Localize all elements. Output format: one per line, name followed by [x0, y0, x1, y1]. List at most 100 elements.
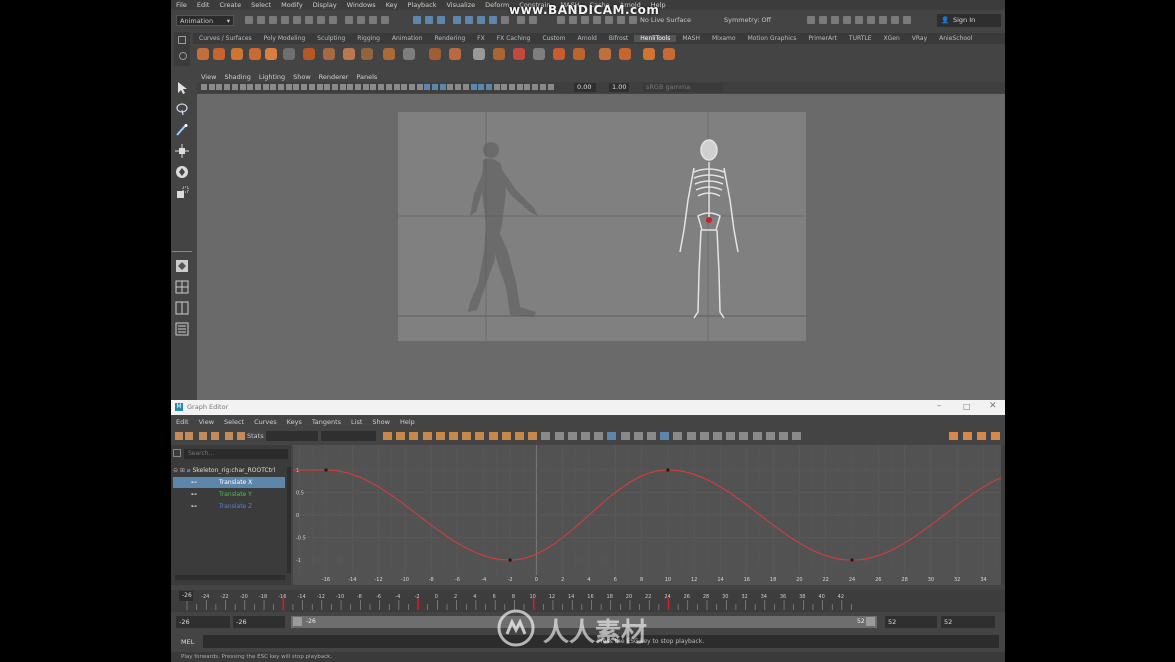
- status-tool-icon[interactable]: [437, 16, 445, 24]
- sign-in-button[interactable]: 👤 Sign In: [937, 14, 1001, 27]
- tangent-tool-icon[interactable]: [528, 432, 538, 440]
- viewport-tool-icon[interactable]: [339, 84, 346, 90]
- tangent-tool-icon[interactable]: [449, 432, 458, 440]
- viewport-tool-icon[interactable]: [432, 84, 438, 90]
- four-view-layout-icon[interactable]: [174, 279, 190, 295]
- status-tool-icon[interactable]: [293, 16, 301, 24]
- tangent-tool-icon[interactable]: [594, 432, 604, 440]
- menu-modify[interactable]: Modify: [276, 1, 308, 9]
- shelf-tool-icon[interactable]: [383, 48, 395, 60]
- key-tick[interactable]: [667, 598, 670, 610]
- render-tool-icon[interactable]: [891, 16, 899, 24]
- viewport-menu-panels[interactable]: Panels: [352, 73, 381, 81]
- graph-view-icon[interactable]: [963, 432, 972, 440]
- exposure-field[interactable]: 0.00: [574, 83, 596, 92]
- tangent-tool-icon[interactable]: [409, 432, 419, 440]
- gear-icon[interactable]: [178, 36, 186, 44]
- tangent-tool-icon[interactable]: [501, 432, 511, 440]
- shelf-options[interactable]: [174, 32, 190, 66]
- tangent-tool-icon[interactable]: [699, 432, 709, 440]
- keyframe-point[interactable]: [324, 468, 328, 472]
- graph-tool-icon[interactable]: [225, 432, 233, 440]
- tangent-tool-icon[interactable]: [607, 432, 617, 440]
- viewport-tool-icon[interactable]: [370, 84, 377, 90]
- current-frame-marker[interactable]: -26: [179, 591, 193, 601]
- viewport-tool-icon[interactable]: [355, 84, 361, 90]
- close-icon[interactable]: ✕: [989, 401, 997, 411]
- viewport-tool-icon[interactable]: [308, 84, 315, 90]
- shelf-tab-custom[interactable]: Custom: [536, 35, 571, 42]
- status-tool-icon[interactable]: [413, 16, 421, 24]
- graph-menu-tangents[interactable]: Tangents: [307, 418, 346, 426]
- tangent-tool-icon[interactable]: [462, 432, 472, 440]
- viewport-tool-icon[interactable]: [262, 84, 269, 90]
- curve-graph[interactable]: 10.50-0.5-1-16 -14 -12 -10 -8 -6 -4 -2 0 2 4 6 8 10 12…: [293, 445, 1005, 585]
- tangent-tool-icon[interactable]: [686, 432, 696, 440]
- graph-tool-icon[interactable]: [185, 432, 193, 440]
- shelf-tool-icon[interactable]: [663, 48, 675, 60]
- graph-tool-icon[interactable]: [211, 432, 219, 440]
- menu-file[interactable]: File: [171, 1, 192, 9]
- time-slider-ruler[interactable]: -24 -22 -20 -18 -16 -14 -12 -10 -8 -6 -4 -2 0 2 4 6 8 10 1…: [171, 590, 1005, 612]
- keyframe-point[interactable]: [666, 468, 670, 472]
- paint-select-icon[interactable]: [174, 122, 190, 138]
- graph-menu-list[interactable]: List: [346, 418, 367, 426]
- viewport-menu-lighting[interactable]: Lighting: [255, 73, 289, 81]
- graph-scrollbar[interactable]: [1001, 445, 1005, 585]
- viewport-tool-icon[interactable]: [324, 84, 331, 90]
- time-slider[interactable]: -24 -22 -20 -18 -16 -14 -12 -10 -8 -6 -4 -2 0 2 4 6 8 10 1…: [171, 590, 1005, 612]
- graph-menu-curves[interactable]: Curves: [249, 418, 282, 426]
- viewport-tool-icon[interactable]: [254, 84, 261, 90]
- channel-row[interactable]: ⊷ Translate Z: [173, 501, 285, 512]
- tangent-tool-icon[interactable]: [475, 432, 485, 440]
- viewport-tool-icon[interactable]: [293, 84, 300, 90]
- select-tool-icon[interactable]: [174, 80, 190, 96]
- graph-menu-select[interactable]: Select: [219, 418, 249, 426]
- minimize-icon[interactable]: –: [937, 401, 942, 411]
- tangent-tool-icon[interactable]: [554, 432, 564, 440]
- shelf-tab-curves-surfaces[interactable]: Curves / Surfaces: [193, 35, 258, 42]
- shelf-tool-icon[interactable]: [249, 48, 261, 60]
- shelf-tool-icon[interactable]: [449, 48, 461, 60]
- viewport-tool-icon[interactable]: [301, 84, 308, 90]
- menu-key[interactable]: Key: [381, 1, 403, 9]
- tangent-tool-icon[interactable]: [541, 432, 551, 440]
- graph-view[interactable]: 1 0.5 0 -0.5 -1 -16 -14 -12 -10 -8 -6 -4 -2 0 2 4 6 8 10 12…: [293, 445, 1005, 585]
- shelf-tab-motion-graphics[interactable]: Motion Graphics: [742, 35, 803, 42]
- shelf-tool-icon[interactable]: [513, 48, 525, 60]
- scene-end-field[interactable]: 52: [941, 616, 995, 628]
- tangent-tool-icon[interactable]: [792, 432, 802, 440]
- graph-menu-keys[interactable]: Keys: [282, 418, 307, 426]
- viewport-menu-renderer[interactable]: Renderer: [315, 73, 353, 81]
- shelf-tab-fx-caching[interactable]: FX Caching: [491, 35, 537, 42]
- shelf-tab-anieschool[interactable]: AnieSchool: [933, 35, 978, 42]
- shelf-tool-icon[interactable]: [361, 48, 373, 60]
- render-tool-icon[interactable]: [843, 16, 851, 24]
- range-start-handle[interactable]: [293, 617, 302, 626]
- viewport-tool-icon[interactable]: [401, 84, 408, 90]
- shelf-tool-icon[interactable]: [619, 48, 631, 60]
- shelf-tool-icon[interactable]: [303, 48, 315, 60]
- status-tool-icon[interactable]: [257, 16, 265, 24]
- shelf-tab-animation[interactable]: Animation: [386, 35, 429, 42]
- shelf-tab-bifrost[interactable]: Bifrost: [603, 35, 634, 42]
- status-tool-icon[interactable]: [489, 16, 497, 24]
- shelf-tool-icon[interactable]: [473, 48, 485, 60]
- playback-start-field[interactable]: -26: [233, 616, 285, 628]
- shelf-tool-icon[interactable]: [573, 48, 585, 60]
- viewport-tool-icon[interactable]: [447, 84, 454, 90]
- render-tool-icon[interactable]: [831, 16, 839, 24]
- lasso-tool-icon[interactable]: [174, 101, 190, 117]
- graph-menu-show[interactable]: Show: [367, 418, 395, 426]
- live-surface-label[interactable]: No Live Surface: [640, 16, 691, 24]
- channel-row[interactable]: ⊷ Translate X: [173, 477, 285, 488]
- shelf-tab-xgen[interactable]: XGen: [878, 35, 906, 42]
- status-tool-icon[interactable]: [329, 16, 337, 24]
- viewport-tool-icon[interactable]: [378, 84, 385, 90]
- expand-icon[interactable]: ⊖ ⊞: [173, 467, 185, 474]
- viewport-tool-icon[interactable]: [247, 84, 254, 90]
- status-tool-icon[interactable]: [501, 16, 509, 24]
- viewport-tool-icon[interactable]: [285, 84, 292, 90]
- menu-windows[interactable]: Windows: [342, 1, 381, 9]
- viewport-tool-icon[interactable]: [501, 84, 508, 90]
